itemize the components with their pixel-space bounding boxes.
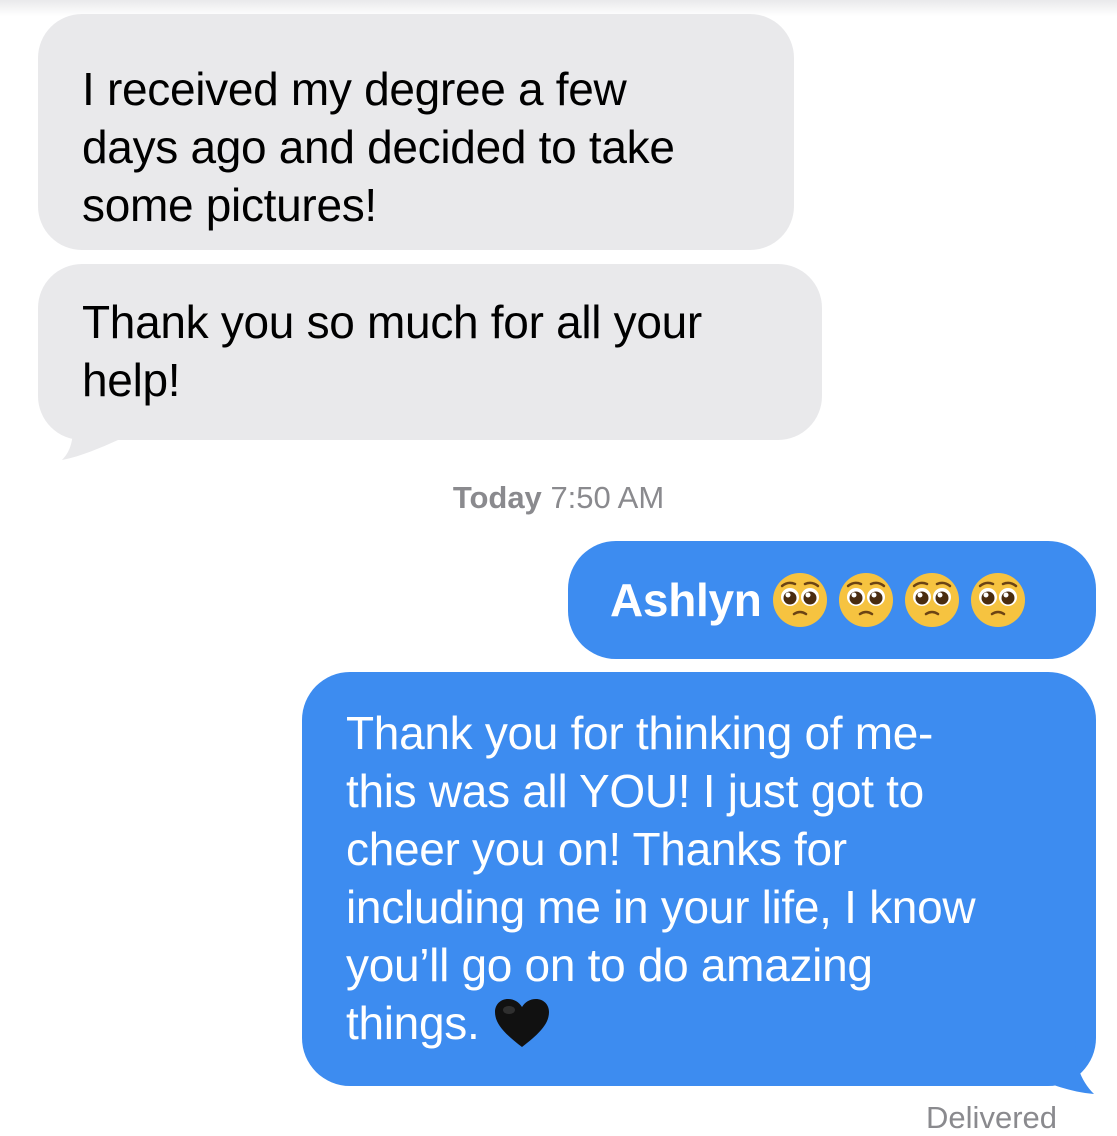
- pleading-face-icon: [904, 573, 959, 627]
- sent-bubble-tail: [1030, 1040, 1094, 1094]
- message-line: you’ll go on to do amazing: [346, 939, 873, 991]
- pleading-face-icon: [772, 573, 827, 627]
- sent-message-2[interactable]: Thank you for thinking of me- this was a…: [302, 672, 1096, 1086]
- message-line: some pictures!: [82, 179, 377, 231]
- message-line: days ago and decided to take: [82, 121, 675, 173]
- timestamp-time: 7:50 AM: [550, 480, 665, 515]
- message-line: this was all YOU! I just got to: [346, 765, 924, 817]
- received-message-2[interactable]: Thank you so much for all your help!: [38, 264, 822, 440]
- message-line: Thank you so much for all your: [82, 296, 702, 348]
- timestamp-day: Today: [452, 480, 542, 515]
- black-heart-icon: [495, 999, 550, 1047]
- emoji-group: [772, 572, 1026, 628]
- message-timestamp: Today 7:50 AM: [0, 480, 1117, 516]
- received-message-1[interactable]: I received my degree a few days ago and …: [38, 14, 794, 250]
- message-line: I received my degree a few: [82, 63, 627, 115]
- message-line: including me in your life, I know: [346, 881, 976, 933]
- sent-name-text: Ashlyn: [610, 574, 762, 626]
- message-line: Thank you for thinking of me-: [346, 707, 934, 759]
- message-line: things.: [346, 997, 480, 1049]
- sent-message-1[interactable]: Ashlyn: [568, 541, 1096, 659]
- message-line-with-emoji: things.: [346, 994, 1096, 1052]
- pleading-face-icon: [838, 573, 893, 627]
- pleading-face-icon: [970, 573, 1025, 627]
- delivery-status: Delivered: [926, 1100, 1057, 1135]
- message-line: cheer you on! Thanks for: [346, 823, 847, 875]
- received-bubble-tail: [62, 408, 118, 460]
- message-line: help!: [82, 354, 181, 406]
